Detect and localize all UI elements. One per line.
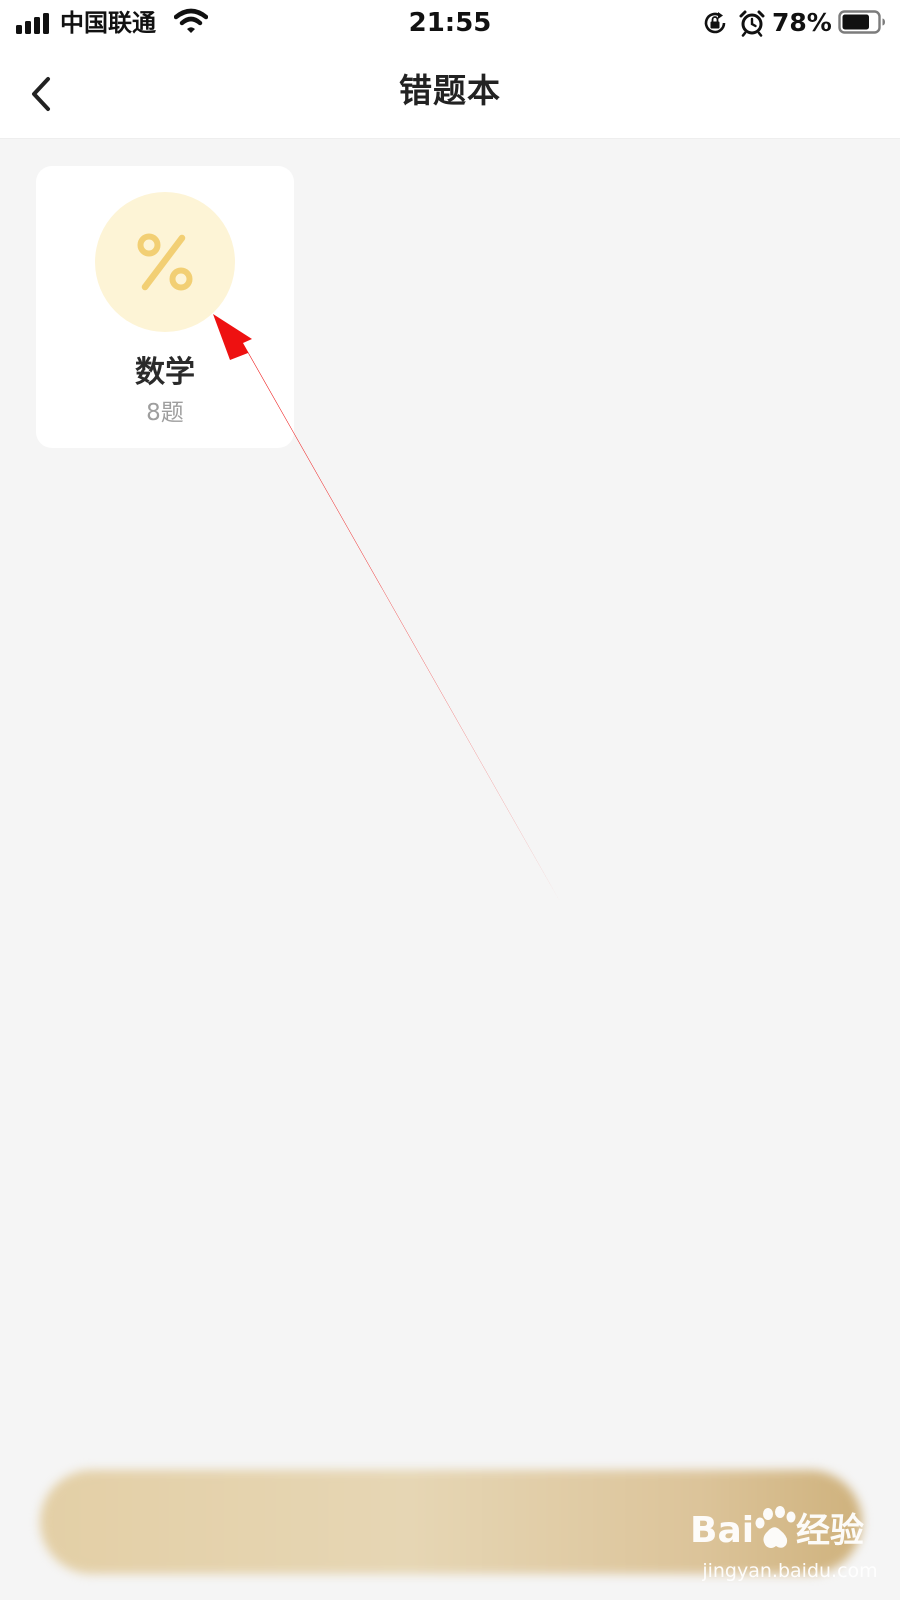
subject-question-count: 8题 bbox=[146, 400, 184, 426]
subject-card-math[interactable]: 数学 8题 bbox=[36, 166, 294, 448]
svg-text:经验: 经验 bbox=[796, 1511, 864, 1551]
watermark-url: jingyan.baidu.com bbox=[702, 1560, 878, 1582]
subject-icon-badge bbox=[95, 192, 235, 332]
page-title: 错题本 bbox=[399, 71, 501, 110]
battery-percent: 78% bbox=[772, 8, 832, 37]
baidu-logo-icon: Bai 经验 bbox=[690, 1506, 864, 1551]
nav-bar: 错题本 bbox=[0, 46, 900, 139]
baidu-jingyan-watermark: Bai 经验 jingyan.baidu.com bbox=[690, 1500, 890, 1590]
subject-name: 数学 bbox=[135, 355, 195, 390]
svg-text:Bai: Bai bbox=[690, 1510, 754, 1551]
rotation-lock-icon bbox=[704, 12, 726, 34]
status-bar: 中国联通 21:55 78% bbox=[0, 0, 900, 46]
alarm-icon bbox=[739, 10, 765, 37]
battery-icon bbox=[838, 10, 885, 34]
percent-icon bbox=[137, 233, 193, 291]
